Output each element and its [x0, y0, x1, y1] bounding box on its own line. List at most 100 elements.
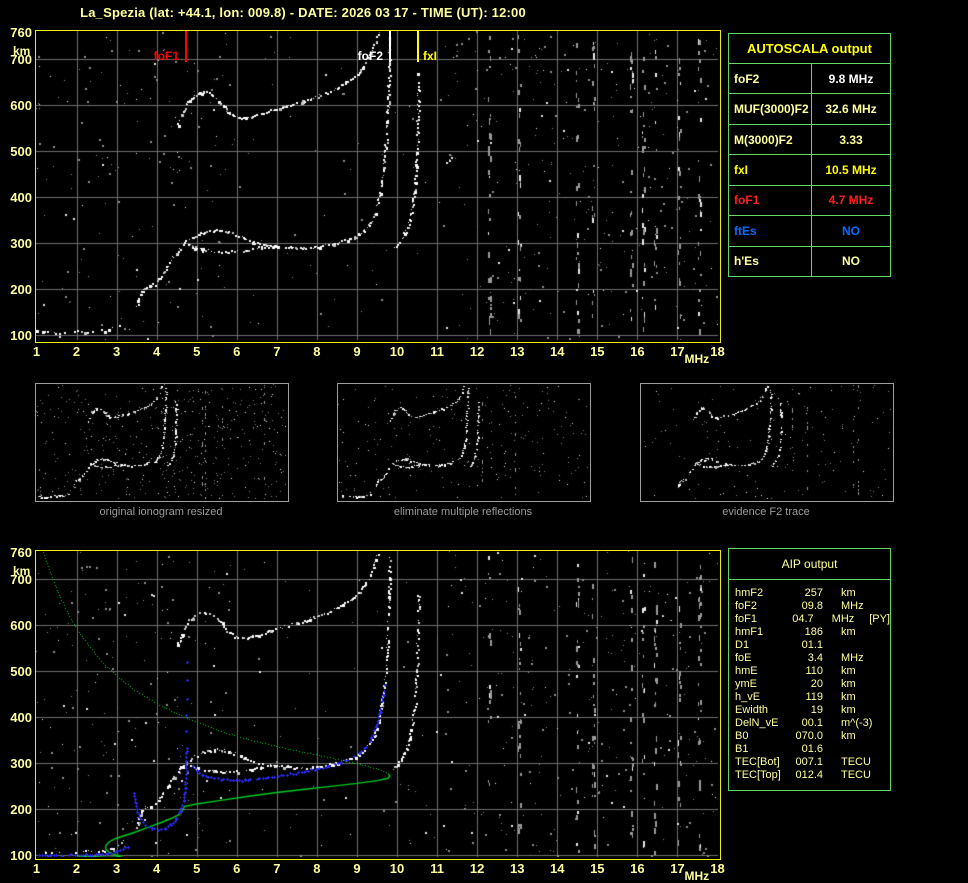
aip-label: ymE: [735, 678, 757, 690]
aip-val: 04.7: [792, 613, 814, 625]
y-tick-label-200: 200: [10, 802, 32, 818]
x-tick-label-3: 3: [112, 344, 121, 359]
autoscala-row-label: ftEs: [729, 216, 812, 246]
ionogram-plot-top: foF1 foF2 fxI: [35, 30, 721, 343]
x-tick-label-8: 8: [313, 861, 321, 876]
thumbnail-original-ionogram: [35, 383, 289, 502]
y-tick-label-200: 200: [10, 282, 32, 298]
aip-val: 257: [804, 587, 823, 599]
thumbnail-evidence-f2: [640, 383, 894, 502]
aip-unit: km: [841, 587, 856, 599]
x-tick-label-10: 10: [389, 344, 405, 359]
y-tick-label-600: 600: [10, 98, 32, 114]
autoscala-row-label: foF2: [729, 64, 812, 94]
aip-unit: MHz: [841, 600, 864, 612]
autoscala-row-fof2: foF2 9.8 MHz: [729, 64, 890, 95]
marker-fxI-label: fxI: [423, 49, 438, 63]
aip-val: 19: [810, 704, 823, 716]
aip-label: foE: [735, 652, 752, 664]
y-tick-label-300: 300: [10, 756, 32, 772]
marker-foF2-line: [389, 31, 391, 62]
x-tick-label-1: 1: [32, 344, 41, 359]
y-tick-label-300: 300: [10, 236, 32, 252]
autoscala-row-fxi: fxI 10.5 MHz: [729, 155, 890, 186]
x-tick-label-10: 10: [389, 861, 405, 876]
x-axis-unit-label: MHz: [684, 869, 710, 883]
aip-label: foF2: [735, 600, 758, 612]
y-tick-label-600: 600: [10, 618, 32, 634]
thumbnail-canvas-original: [36, 384, 286, 499]
x-tick-label-15: 15: [590, 344, 605, 359]
autoscala-row-value: NO: [842, 223, 860, 238]
autoscala-row-label: MUF(3000)F2: [729, 94, 812, 124]
aip-unit: [841, 743, 883, 756]
marker-fxI-line: [417, 31, 419, 62]
aip-unit: MHz: [841, 652, 864, 664]
aip-row-fof1: foF1 04.7 MHz [PY]: [735, 613, 890, 626]
aip-unit: TECU: [841, 756, 871, 768]
x-tick-label-6: 6: [233, 344, 241, 359]
aip-label: hmE: [735, 665, 758, 677]
aip-row-b0: B0 070.0 km: [735, 730, 890, 743]
autoscala-row-value: 10.5 MHz: [825, 162, 877, 177]
autoscala-row-ftes: ftEs NO: [729, 216, 890, 247]
x-tick-label-14: 14: [550, 344, 565, 359]
y-tick-label-760: 760: [10, 544, 32, 560]
autoscala-row-label: fxI: [729, 155, 812, 185]
aip-extra: [PY]: [869, 613, 890, 625]
x-tick-label-3: 3: [112, 861, 121, 876]
aip-label: B0: [735, 730, 749, 742]
x-tick-label-4: 4: [153, 344, 161, 359]
autoscala-row-label: h'Es: [729, 246, 812, 276]
aip-unit: km: [841, 730, 856, 742]
autoscala-row-value: 4.7 MHz: [828, 193, 874, 208]
marker-foF1-line: [185, 31, 187, 62]
x-tick-label-13: 13: [509, 861, 525, 876]
aip-label: D1: [735, 639, 750, 651]
aip-unit: km: [841, 665, 856, 677]
x-tick-label-9: 9: [353, 344, 361, 359]
aip-row-yme: ymE 20 km: [735, 678, 890, 691]
aip-unit: TECU: [841, 769, 871, 781]
ionogram-plot-bottom: [35, 550, 721, 860]
title-bar: La_Spezia (lat: +44.1, lon: 009.8) - DAT…: [80, 5, 526, 20]
aip-val: 119: [805, 691, 823, 703]
y-tick-label-500: 500: [10, 144, 32, 160]
autoscala-row-value: 3.33: [839, 132, 863, 147]
aip-row-b1: B1 01.6: [735, 743, 890, 756]
aip-label: DelN_vE: [735, 717, 779, 729]
y-tick-label-500: 500: [10, 664, 32, 680]
aip-row-hmf1: hmF1 186 km: [735, 626, 890, 639]
aip-row-delnve: DelN_vE 00.1 m^(-3): [735, 717, 890, 730]
aip-unit: m^(-3): [841, 717, 873, 729]
aip-val: 012.4: [795, 769, 823, 781]
x-axis-unit-label: MHz: [684, 352, 710, 366]
thumbnail-caption-eliminate: eliminate multiple reflections: [393, 506, 533, 518]
x-tick-label-9: 9: [353, 861, 361, 876]
x-tick-label-12: 12: [469, 344, 485, 359]
aip-label: hmF2: [735, 587, 764, 599]
ionogram-canvas-bottom: [36, 551, 718, 857]
y-tick-label-760: 760: [10, 24, 32, 40]
aip-label: h_vE: [735, 691, 761, 703]
aip-row-hve: h_vE 119 km: [735, 691, 890, 704]
x-tick-label-11: 11: [430, 344, 444, 359]
aip-row-hme: hmE 110 km: [735, 665, 890, 678]
autoscala-row-muf3000f2: MUF(3000)F2 32.6 MHz: [729, 94, 890, 125]
aip-row-foe: foE 3.4 MHz: [735, 652, 890, 665]
x-tick-label-5: 5: [193, 344, 201, 359]
y-axis-unit-label: km: [13, 44, 31, 58]
x-tick-label-4: 4: [153, 861, 161, 876]
x-tick-label-14: 14: [550, 861, 565, 876]
x-tick-label-5: 5: [193, 861, 201, 876]
aip-val: 01.1: [801, 639, 823, 651]
y-tick-label-100: 100: [10, 328, 32, 344]
aip-unit: km: [841, 704, 856, 716]
autoscala-row-hes: h'Es NO: [729, 246, 890, 276]
aip-output-table: AIP output hmF2 257 km foF2 09.8 MHz foF1 04.7 M…: [728, 548, 891, 791]
thumbnail-caption-original: original ionogram resized: [99, 506, 223, 518]
aip-row-tectop: TEC[Top] 012.4 TECU: [735, 769, 890, 782]
autoscala-row-label: M(3000)F2: [729, 124, 812, 155]
autoscala-row-label: foF1: [729, 185, 812, 216]
thumbnail-caption-evidence: evidence F2 trace: [722, 506, 810, 518]
